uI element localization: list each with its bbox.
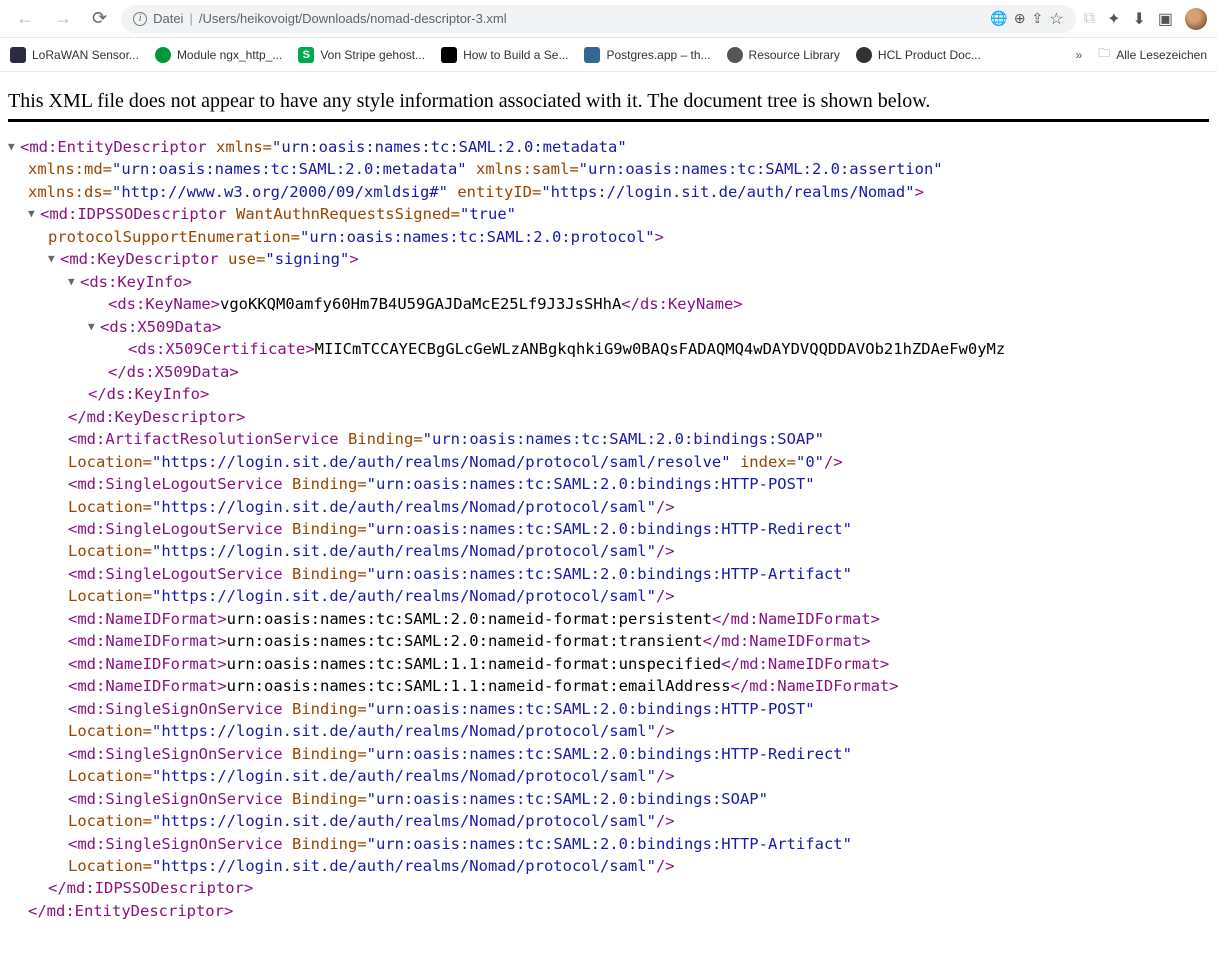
bookmark-item[interactable]: Resource Library [727, 47, 840, 63]
xml-line[interactable]: <md:SingleLogoutService Binding="urn:oas… [8, 518, 1209, 540]
xml-line[interactable]: <ds:X509Certificate>MIICmTCCAYECBgGLcGeW… [8, 338, 1209, 360]
xml-line[interactable]: Location="https://login.sit.de/auth/real… [8, 810, 1209, 832]
reload-button[interactable]: ⟳ [86, 6, 113, 31]
disclosure-triangle-icon[interactable]: ▼ [88, 319, 100, 335]
xml-line[interactable]: xmlns:md="urn:oasis:names:tc:SAML:2.0:me… [8, 158, 1209, 180]
address-bar[interactable]: i Datei | /Users/heikovoigt/Downloads/no… [121, 5, 1076, 33]
bookmark-item[interactable]: LoRaWAN Sensor... [10, 47, 139, 63]
downloads-icon[interactable]: ⬇ [1132, 9, 1145, 29]
xml-line[interactable]: <md:SingleSignOnService Binding="urn:oas… [8, 698, 1209, 720]
xml-line[interactable]: </md:KeyDescriptor> [8, 406, 1209, 428]
toolbar-icons: ⧉ ✦ ⬇ ▣ [1084, 8, 1207, 30]
xml-tree: ▼<md:EntityDescriptor xmlns="urn:oasis:n… [8, 136, 1209, 922]
xml-line[interactable]: protocolSupportEnumeration="urn:oasis:na… [8, 226, 1209, 248]
xml-line[interactable]: Location="https://login.sit.de/auth/real… [8, 585, 1209, 607]
url-prefix: Datei [153, 11, 183, 26]
xml-line[interactable]: <md:NameIDFormat>urn:oasis:names:tc:SAML… [8, 630, 1209, 652]
bookmark-star-icon[interactable]: ☆ [1049, 9, 1063, 29]
info-icon[interactable]: i [133, 12, 147, 26]
xml-line[interactable]: </ds:X509Data> [8, 361, 1209, 383]
disclosure-triangle-icon[interactable]: ▼ [8, 139, 20, 155]
xml-line[interactable]: Location="https://login.sit.de/auth/real… [8, 855, 1209, 877]
xml-line[interactable]: ▼<md:EntityDescriptor xmlns="urn:oasis:n… [8, 136, 1209, 158]
xml-line[interactable]: <md:SingleLogoutService Binding="urn:oas… [8, 563, 1209, 585]
browser-toolbar: ← → ⟳ i Datei | /Users/heikovoigt/Downlo… [0, 0, 1217, 38]
share-icon[interactable]: ⇪ [1032, 10, 1044, 27]
xml-line[interactable]: </md:EntityDescriptor> [8, 900, 1209, 922]
bookmark-item[interactable]: HCL Product Doc... [856, 47, 981, 63]
xml-notice: This XML file does not appear to have an… [8, 80, 1209, 122]
back-button[interactable]: ← [10, 6, 40, 31]
disclosure-triangle-icon[interactable]: ▼ [28, 206, 40, 222]
page-content: This XML file does not appear to have an… [0, 72, 1217, 942]
bookmark-item[interactable]: Module ngx_http_... [155, 47, 282, 63]
panel-icon[interactable]: ▣ [1158, 9, 1173, 29]
zoom-icon[interactable]: ⊕ [1014, 10, 1026, 27]
profile-avatar[interactable] [1185, 8, 1207, 30]
xml-line[interactable]: Location="https://login.sit.de/auth/real… [8, 451, 1209, 473]
xml-line[interactable]: ▼<ds:KeyInfo> [8, 271, 1209, 293]
bookmark-overflow[interactable]: » [1076, 48, 1083, 62]
forward-button[interactable]: → [48, 6, 78, 31]
disclosure-triangle-icon[interactable]: ▼ [68, 274, 80, 290]
xml-line[interactable]: ▼<ds:X509Data> [8, 316, 1209, 338]
xml-line[interactable]: xmlns:ds="http://www.w3.org/2000/09/xmld… [8, 181, 1209, 203]
xml-line[interactable]: Location="https://login.sit.de/auth/real… [8, 496, 1209, 518]
xml-line[interactable]: </md:IDPSSODescriptor> [8, 877, 1209, 899]
all-bookmarks[interactable]: 🗀Alle Lesezeichen [1098, 44, 1207, 65]
xml-line[interactable]: </ds:KeyInfo> [8, 383, 1209, 405]
xml-line[interactable]: <md:SingleSignOnService Binding="urn:oas… [8, 833, 1209, 855]
xml-line[interactable]: Location="https://login.sit.de/auth/real… [8, 765, 1209, 787]
xml-line[interactable]: <md:NameIDFormat>urn:oasis:names:tc:SAML… [8, 608, 1209, 630]
bookmark-item[interactable]: SVon Stripe gehost... [298, 47, 425, 63]
extension-icon[interactable]: ⧉ [1084, 10, 1095, 28]
xml-line[interactable]: <md:NameIDFormat>urn:oasis:names:tc:SAML… [8, 653, 1209, 675]
extensions-puzzle-icon[interactable]: ✦ [1107, 9, 1120, 29]
xml-line[interactable]: <md:SingleSignOnService Binding="urn:oas… [8, 788, 1209, 810]
xml-line[interactable]: <md:SingleLogoutService Binding="urn:oas… [8, 473, 1209, 495]
xml-line[interactable]: Location="https://login.sit.de/auth/real… [8, 540, 1209, 562]
translate-icon[interactable]: 🌐 [990, 10, 1007, 27]
xml-line[interactable]: <md:NameIDFormat>urn:oasis:names:tc:SAML… [8, 675, 1209, 697]
xml-line[interactable]: <md:ArtifactResolutionService Binding="u… [8, 428, 1209, 450]
bookmark-item[interactable]: How to Build a Se... [441, 47, 568, 63]
bookmark-item[interactable]: Postgres.app – th... [584, 47, 710, 63]
bookmarks-bar: LoRaWAN Sensor... Module ngx_http_... SV… [0, 38, 1217, 72]
xml-line[interactable]: ▼<md:KeyDescriptor use="signing"> [8, 248, 1209, 270]
url-path: /Users/heikovoigt/Downloads/nomad-descri… [199, 11, 507, 26]
xml-line[interactable]: <ds:KeyName>vgoKKQM0amfy60Hm7B4U59GAJDaM… [8, 293, 1209, 315]
xml-line[interactable]: ▼<md:IDPSSODescriptor WantAuthnRequestsS… [8, 203, 1209, 225]
disclosure-triangle-icon[interactable]: ▼ [48, 251, 60, 267]
xml-line[interactable]: <md:SingleSignOnService Binding="urn:oas… [8, 743, 1209, 765]
xml-line[interactable]: Location="https://login.sit.de/auth/real… [8, 720, 1209, 742]
